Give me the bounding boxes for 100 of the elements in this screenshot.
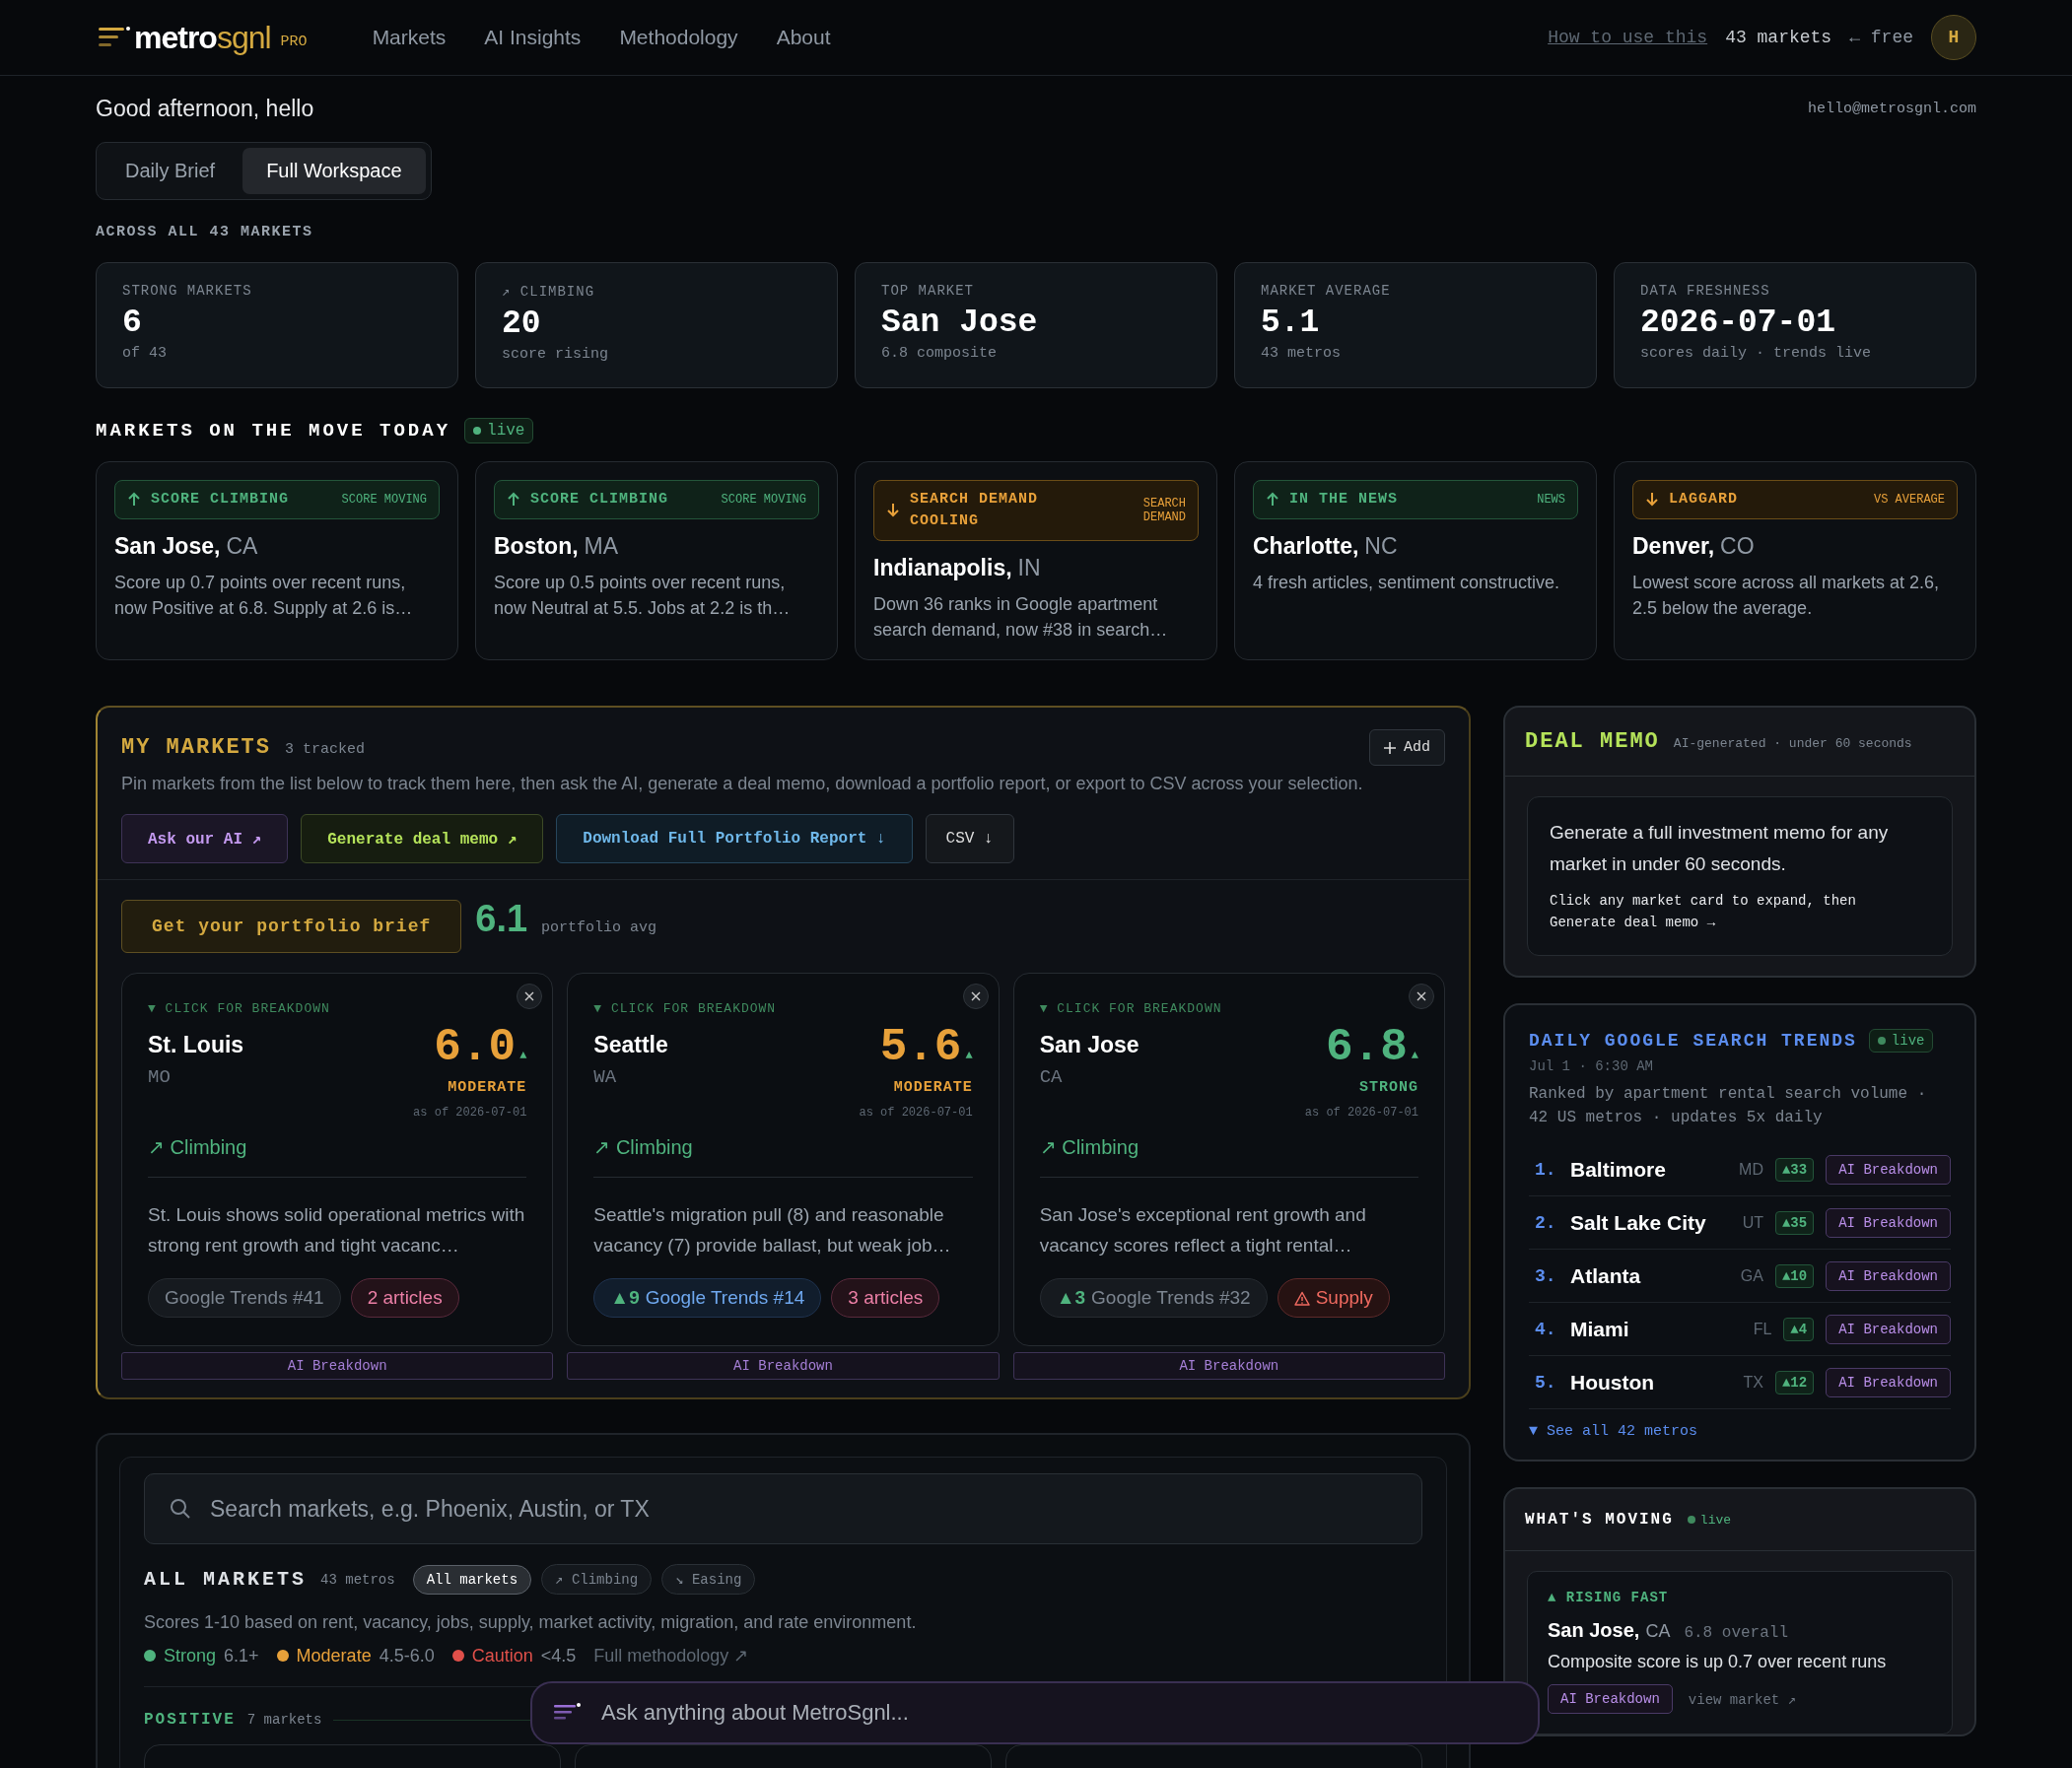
nav-link[interactable]: Markets	[372, 26, 447, 49]
articles-chip[interactable]: 3 articles	[831, 1278, 940, 1318]
articles-chip[interactable]: 2 articles	[350, 1278, 459, 1318]
city-name: San Jose,	[1548, 1619, 1640, 1642]
expand-hint: ▼ CLICK FOR BREAKDOWN	[1039, 1001, 1223, 1016]
memo-hint: Click any market card to expand, then Generate deal memo →	[1550, 892, 1857, 932]
city-name: Houston	[1570, 1371, 1656, 1394]
state-code: CA	[1645, 1621, 1671, 1642]
close-icon	[970, 991, 981, 1001]
market-card[interactable]: ▼ CLICK FOR BREAKDOWN San Jose CA 6.8▲ STRONG as of 2026-07-01 ↗ Climbing San Jose's exceptional rent growth and vacancy scores reflect a tight rental… ▲3 Google Trends #32 Supply	[1012, 973, 1445, 1346]
mover-card[interactable]: SCORE CLIMBING SCORE MOVING Boston, MA Score up 0.5 points over recent runs, now Neutral at 5.5. Jobs at 2.2 is th…	[475, 461, 838, 660]
rating-label: MODERATE	[892, 1079, 973, 1096]
mover-summary: 4 fresh articles, sentiment constructive.	[1253, 572, 1561, 594]
filter-chip[interactable]: ↗ Climbing	[541, 1564, 653, 1595]
ai-breakdown-button[interactable]: AI Breakdown	[1826, 1261, 1951, 1291]
market-card[interactable]: ▼ CLICK FOR BREAKDOWN St. Louis MO 6.0▲ MODERATE as of 2026-07-01 ↗ Climbing St. Louis shows solid operational metrics with strong rent growth and tight vacanc… Google Trends #41 2 articles	[121, 973, 554, 1346]
rank-change-badge: ▲35	[1774, 1211, 1815, 1235]
arrow-up-icon	[127, 492, 141, 508]
plan-link[interactable]: ← free	[1849, 28, 1913, 47]
chat-field[interactable]: Ask anything about MetroSgnl...	[530, 1681, 1540, 1744]
city-name: Denver,	[1632, 533, 1715, 559]
signal-note: VS AVERAGE	[1874, 493, 1945, 507]
signal-label: ▲ RISING FAST	[1548, 1590, 1670, 1605]
portfolio-brief-button[interactable]: Get your portfolio brief	[121, 900, 462, 953]
mover-card[interactable]: IN THE NEWS NEWS Charlotte, NC 4 fresh articles, sentiment constructive.	[1234, 461, 1597, 660]
warning-icon	[1293, 1290, 1310, 1306]
ai-breakdown-button[interactable]: AI Breakdown	[1826, 1315, 1951, 1344]
score-label: 6.8 overall	[1684, 1624, 1789, 1642]
add-button[interactable]: Add	[1369, 729, 1445, 766]
signal-note: SCORE MOVING	[341, 493, 427, 507]
state-code: IN	[1017, 555, 1041, 580]
city-name: Miami	[1570, 1318, 1630, 1341]
mover-summary: Lowest score across all markets at 2.6, 2.5 below the average.	[1632, 572, 1941, 620]
signal-note: SCORE MOVING	[721, 493, 806, 507]
market-card[interactable]: ▼ CLICK FOR BREAKDOWN Seattle WA 5.6▲ MODERATE as of 2026-07-01 ↗ Climbing Seattle's migration pull (8) and reasonable vacancy (7) provide ballast, but weak job… ▲9 Google Trends #14 3 articles	[567, 973, 1000, 1346]
mover-card[interactable]: SEARCH DEMAND COOLING SEARCH DEMAND Indianapolis, IN Down 36 ranks in Google apartment search demand, now #38 in search…	[855, 461, 1217, 660]
state-code: CA	[226, 533, 258, 559]
ai-breakdown-button[interactable]: AI Breakdown	[567, 1352, 1000, 1380]
search-field[interactable]: Search markets, e.g. Phoenix, Austin, or TX	[144, 1473, 1422, 1544]
action-button[interactable]: Download Full Portfolio Report ↓	[556, 814, 913, 863]
search-icon	[169, 1497, 192, 1521]
mover-card[interactable]: SCORE CLIMBING SCORE MOVING San Jose, CA Score up 0.7 points over recent runs, now Positive at 6.8. Supply at 2.6 is…	[96, 461, 458, 660]
remove-button[interactable]	[517, 984, 543, 1009]
arrow-down-icon	[886, 503, 900, 518]
stat-value: 5.1	[1261, 305, 1321, 341]
action-button[interactable]: Ask our AI ↗	[121, 814, 289, 863]
mover-summary: Down 36 ranks in Google apartment search demand, now #38 in search…	[873, 593, 1169, 642]
state-code: MA	[584, 533, 619, 559]
view-tab[interactable]: Daily Brief	[102, 148, 240, 194]
rank-number: 1.	[1535, 1160, 1557, 1180]
action-button[interactable]: CSV ↓	[925, 814, 1014, 863]
signal-label: SCORE CLIMBING	[151, 490, 291, 510]
help-link[interactable]: How to use this	[1548, 28, 1708, 47]
moving-summary: Composite score is up 0.7 over recent runs	[1548, 1652, 1888, 1672]
view-tab[interactable]: Full Workspace	[242, 148, 426, 194]
stat-label: TOP MARKET	[881, 283, 975, 299]
chat-input[interactable]: Ask anything about MetroSgnl...	[599, 1699, 1516, 1727]
ai-breakdown-button[interactable]: AI Breakdown	[121, 1352, 554, 1380]
signal-note: SEARCH DEMAND	[1141, 497, 1186, 524]
panel-description: Ranked by apartment rental search volume · 42 US metros · updates 5x daily	[1529, 1084, 1928, 1128]
market-summary: San Jose's exceptional rent growth and vacancy scores reflect a tight rental…	[1039, 1203, 1367, 1258]
nav-link[interactable]: Methodology	[619, 26, 738, 49]
ai-breakdown-button[interactable]: AI Breakdown	[1826, 1208, 1951, 1238]
trends-chip[interactable]: Google Trends #41	[148, 1278, 341, 1318]
status-dot-icon	[473, 427, 482, 435]
nav-link[interactable]: AI Insights	[484, 26, 582, 49]
city-name: San Jose,	[114, 533, 221, 559]
panel-title: DEAL MEMO	[1525, 729, 1660, 754]
filter-chip[interactable]: All markets	[412, 1564, 532, 1595]
mover-summary: Score up 0.5 points over recent runs, now Neutral at 5.5. Jobs at 2.2 is th…	[494, 572, 792, 620]
rank-number: 2.	[1535, 1213, 1557, 1233]
see-all-link[interactable]: ▼ See all 42 metros	[1529, 1423, 1951, 1440]
ai-breakdown-button[interactable]: AI Breakdown	[1548, 1684, 1673, 1714]
portfolio-average: 6.1	[475, 898, 528, 940]
stat-value: 6	[122, 305, 143, 341]
remove-button[interactable]	[962, 984, 989, 1009]
market-summary: Seattle's migration pull (8) and reasonable vacancy (7) provide ballast, but weak job…	[593, 1203, 952, 1258]
rating-label: MODERATE	[447, 1079, 527, 1096]
stat-caption: scores daily · trends live	[1640, 345, 1873, 362]
ai-breakdown-button[interactable]: AI Breakdown	[1826, 1155, 1951, 1185]
nav-link[interactable]: About	[776, 26, 831, 49]
search-input[interactable]: Search markets, e.g. Phoenix, Austin, or TX	[208, 1494, 1398, 1524]
section-label: ACROSS ALL 43 MARKETS	[96, 224, 314, 240]
stat-value: 20	[502, 306, 542, 342]
avatar-button[interactable]: H	[1931, 15, 1976, 60]
score-value: 5.6	[879, 1022, 962, 1073]
trends-chip[interactable]: ▲3 Google Trends #32	[1039, 1278, 1268, 1318]
action-button[interactable]: Generate deal memo ↗	[301, 814, 544, 863]
risk-chip[interactable]: Supply	[1277, 1278, 1390, 1318]
city-name: Baltimore	[1570, 1158, 1667, 1182]
remove-button[interactable]	[1409, 984, 1434, 1009]
mover-card[interactable]: LAGGARD VS AVERAGE Denver, CO Lowest score across all markets at 2.6, 2.5 below the average.	[1614, 461, 1976, 660]
view-market-link[interactable]: view market ↗	[1688, 1690, 1797, 1708]
trend-label: ↗ Climbing	[148, 1135, 527, 1178]
ai-breakdown-button[interactable]: AI Breakdown	[1012, 1352, 1445, 1380]
legend-label: Caution	[471, 1645, 533, 1666]
ai-breakdown-button[interactable]: AI Breakdown	[1826, 1368, 1951, 1397]
filter-chip[interactable]: ↘ Easing	[661, 1564, 756, 1595]
trends-chip[interactable]: ▲9 Google Trends #14	[593, 1278, 822, 1318]
score-description: Scores 1-10 based on rent, vacancy, jobs, supply, market activity, migration, and rate environment.	[144, 1612, 918, 1633]
